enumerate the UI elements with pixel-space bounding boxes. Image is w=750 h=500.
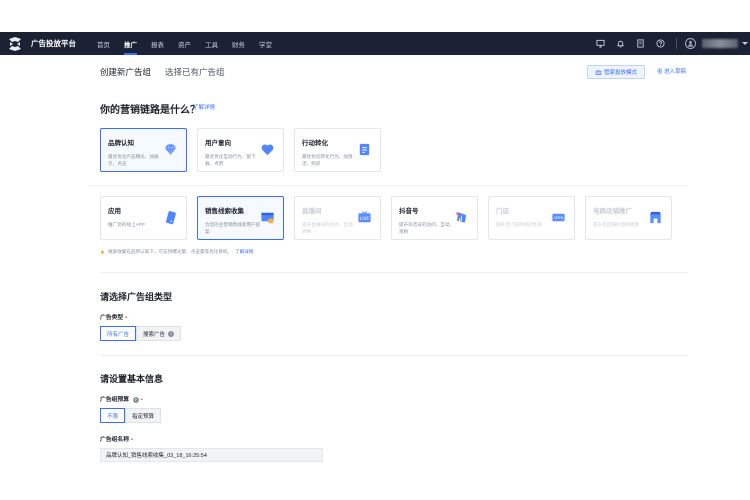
card-brand-awareness[interactable]: 品牌认知 最优优化产品曝光、加展示、点击 — [100, 128, 187, 172]
section-divider — [100, 272, 688, 273]
card-douyin-account[interactable]: 抖音号 提升抖音号的访问、互动、涨粉 — [391, 196, 478, 240]
user-icon[interactable] — [685, 38, 696, 49]
nav-item-academy[interactable]: 学堂 — [252, 32, 279, 55]
manager-mode-button[interactable]: 管家投放模式 — [587, 65, 645, 79]
option-label: 所有广告 — [107, 331, 130, 338]
card-live-room[interactable]: 直播间 提升直播间的访问、互动、转粉 LIVE — [294, 196, 381, 240]
section-divider — [100, 355, 688, 356]
card-lead-collection[interactable]: 销售线索收集 为您的主营销售线索用户提案 — [197, 196, 284, 240]
nav-item-reports[interactable]: 报表 — [144, 32, 171, 55]
music-icon — [456, 212, 467, 223]
card-app[interactable]: 应用 推广您的线上APP — [100, 196, 187, 240]
marketing-question-title: 你的营销链路是什么？ — [100, 105, 200, 116]
tab-select-existing-group[interactable]: 选择已有广告组 — [165, 66, 225, 78]
card-desc: 最优优化产品曝光、加展示、点击 — [108, 154, 159, 166]
enter-draft-label: 进入草稿 — [664, 69, 687, 75]
help-icon[interactable]: ? — [132, 396, 139, 403]
option-label: 搜索广告 — [143, 331, 166, 338]
option-label: 指定预算 — [132, 413, 155, 420]
create-mode-tabs: 创建新广告组 选择已有广告组 — [100, 66, 239, 78]
budget-selector: 不限 指定预算 — [100, 408, 162, 423]
phone-icon — [166, 211, 176, 225]
shop-icon — [649, 211, 662, 224]
basic-info-section-title: 请设置基本信息 — [100, 374, 164, 384]
required-mark: • — [140, 397, 143, 403]
card-action-conversion[interactable]: 行动转化 最优优化转化行为、加激活、购买 — [294, 128, 381, 172]
nav-divider — [676, 38, 677, 49]
budget-unlimited[interactable]: 不限 — [100, 408, 126, 423]
ad-type-section-title: 请选择广告组类型 — [100, 292, 173, 302]
account-name-blurred[interactable] — [702, 39, 738, 48]
heart-icon — [261, 144, 274, 156]
bell-icon[interactable] — [615, 39, 625, 49]
card-desc: 最优优化互动行为、留下载、点赞 — [205, 154, 256, 166]
robot-icon — [595, 69, 602, 75]
card-desc: 为您的主营销售线索用户提案 — [205, 222, 261, 234]
card-desc: 最优优化转化行为、加激活、购买 — [302, 154, 353, 166]
diamond-icon — [164, 144, 177, 157]
budget-label-text: 广告组预算 — [100, 397, 129, 403]
form-icon — [261, 212, 274, 224]
tab-create-new-group[interactable]: 创建新广告组 — [100, 66, 151, 78]
required-mark: • — [125, 315, 128, 321]
ad-type-all-ads[interactable]: 所有广告 — [100, 326, 137, 341]
group-name-input[interactable]: 品牌认知_销售线索收集_03_18_16:25:54 — [100, 448, 323, 462]
svg-text:OPEN: OPEN — [554, 216, 564, 220]
help-icon[interactable] — [655, 39, 665, 49]
live-icon: LIVE — [358, 211, 371, 223]
top-icon-group — [590, 32, 750, 55]
card-desc: 提升您店铺的电商销量 — [593, 222, 639, 227]
clipboard-icon — [359, 143, 370, 156]
bulb-icon — [101, 250, 104, 254]
tip-text: 线索收集在品牌认知下，可支持曝光量、点击量等优化目标。 — [108, 249, 233, 254]
option-label: 不限 — [107, 413, 119, 420]
group-name-label-text: 广告组名称 — [100, 437, 129, 443]
group-name-label: 广告组名称 • — [100, 434, 133, 443]
card-ecommerce-shop[interactable]: 电商店铺推广 提升您店铺的电商销量 — [585, 196, 672, 240]
brand-title: 广告投放平台 — [31, 39, 76, 48]
nav-item-finance[interactable]: 财务 — [225, 32, 252, 55]
nav-item-promotion[interactable]: 推广 — [117, 32, 144, 55]
enter-draft-link[interactable]: 进入草稿 — [656, 67, 686, 75]
store-icon: OPEN — [552, 213, 565, 222]
tip-detail-link[interactable]: 了解详情 — [235, 249, 253, 255]
manager-mode-label: 管家投放模式 — [603, 70, 637, 76]
nav-item-assets[interactable]: 资产 — [171, 32, 198, 55]
required-mark: • — [131, 437, 134, 443]
budget-label: 广告组预算 ? • — [100, 394, 143, 403]
card-desc: 提升直播间的访问、互动、转粉 — [302, 222, 358, 234]
monitor-icon[interactable] — [595, 39, 605, 49]
card-desc: 推广您的线上APP — [108, 222, 145, 227]
svg-text:LIVE: LIVE — [360, 216, 369, 221]
top-nav-bar: 广告投放平台 首页 推广 报表 资产 工具 财务 学堂 — [0, 32, 750, 55]
card-user-intent[interactable]: 用户意向 最优优化互动行为、留下载、点赞 — [197, 128, 284, 172]
chevron-down-icon[interactable] — [742, 42, 748, 45]
ad-type-label: 广告类型 • — [100, 312, 127, 321]
card-desc: 提升您门店的到店客流 — [496, 222, 542, 227]
nav-item-tools[interactable]: 工具 — [198, 32, 225, 55]
ad-type-selector: 所有广告 搜索广告 ? — [100, 326, 182, 341]
ad-type-label-text: 广告类型 — [100, 315, 124, 321]
card-desc: 提升抖音号的访问、互动、涨粉 — [399, 222, 455, 234]
card-store[interactable]: 门店 提升您门店的到店客流 OPEN — [488, 196, 575, 240]
ad-type-search-ads[interactable]: 搜索广告 ? — [136, 326, 182, 341]
group-name-value: 品牌认知_销售线索收集_03_18_16:25:54 — [106, 453, 207, 459]
budget-specified[interactable]: 指定预算 — [125, 408, 162, 423]
lead-collection-tip: 线索收集在品牌认知下，可支持曝光量、点击量等优化目标。 了解详情 — [100, 249, 253, 255]
main-nav: 首页 推广 报表 资产 工具 财务 学堂 — [90, 32, 279, 55]
document-icon[interactable] — [635, 39, 645, 49]
help-icon[interactable]: ? — [168, 330, 175, 337]
marketing-detail-link[interactable]: 了解详情 — [193, 103, 215, 111]
enter-icon — [656, 68, 662, 74]
logo-icon[interactable] — [6, 35, 24, 53]
nav-item-home[interactable]: 首页 — [90, 32, 117, 55]
